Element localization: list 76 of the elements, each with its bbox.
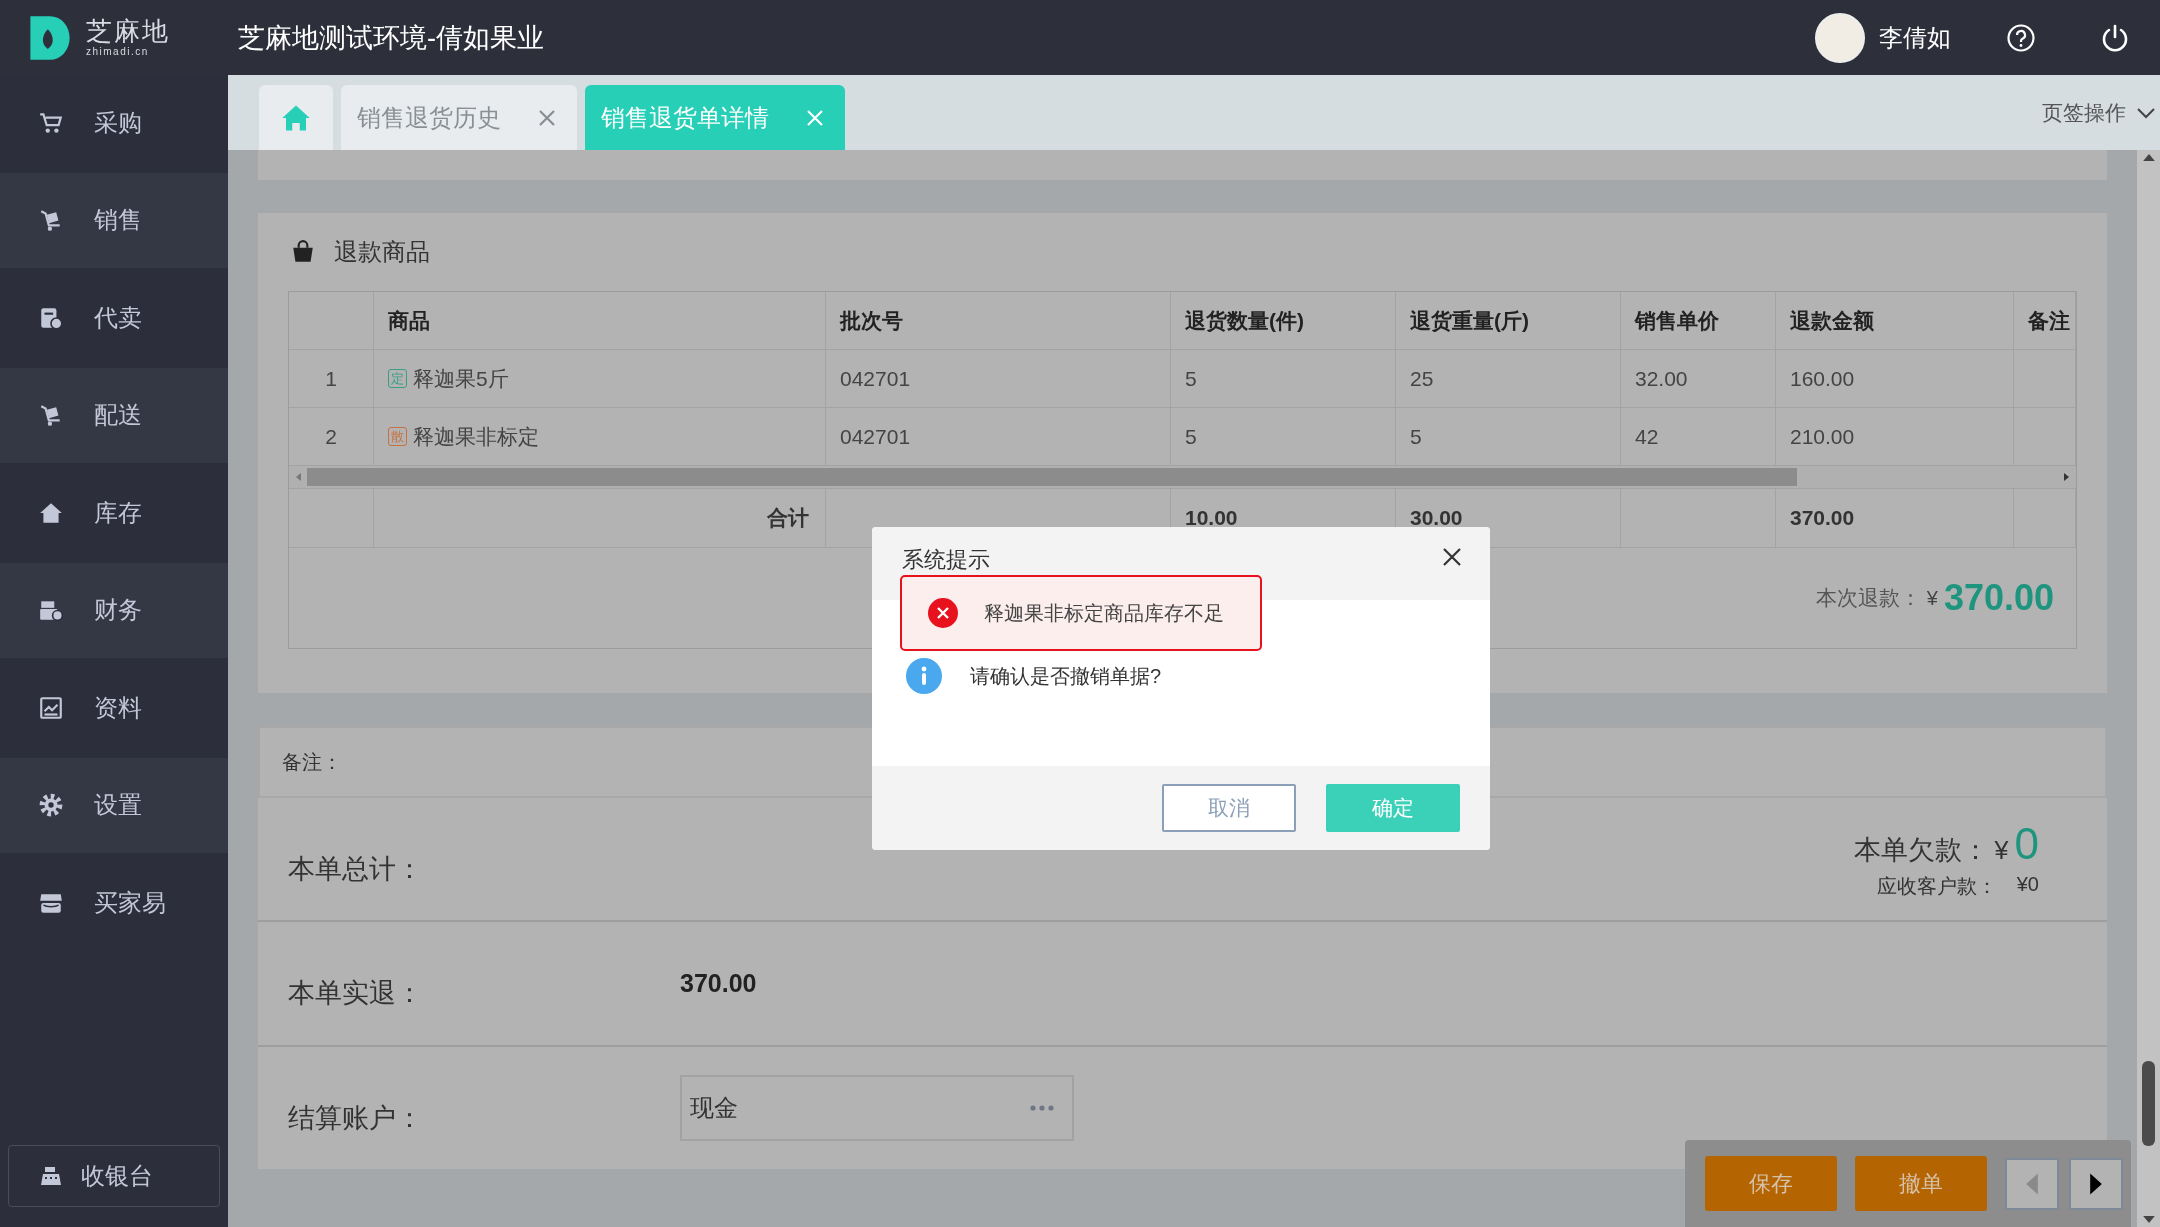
debt-label: 本单欠款： (1853, 833, 1989, 867)
gear-icon (38, 792, 64, 818)
total-label: 合计 (767, 505, 809, 531)
help-icon[interactable] (2006, 22, 2036, 53)
table-cell: 042701 (840, 366, 911, 391)
table-cell: 25 (1410, 366, 1434, 391)
table-cell: 210.00 (1790, 424, 1855, 449)
total-label: 本单总计： (288, 853, 424, 887)
product-tag: 定 (388, 369, 407, 388)
scroll-up-icon[interactable] (2142, 154, 2155, 161)
currency-symbol: ¥ (1926, 586, 1938, 610)
board-icon (38, 694, 64, 721)
total-cell: 10.00 (1185, 506, 1238, 530)
logo-text: 芝麻地 (86, 18, 170, 44)
total-cell: 370.00 (1790, 506, 1855, 530)
row-number: 2 (325, 424, 337, 449)
product-tag: 散 (388, 427, 407, 446)
table-cell-text: 释迦果非标定 (413, 423, 539, 450)
refund-label: 本次退款： (1815, 585, 1921, 611)
error-alert: 释迦果非标定商品库存不足 (900, 575, 1262, 651)
app-title: 芝麻地测试环境-倩如果业 (238, 21, 544, 55)
table-cell: 32.00 (1635, 366, 1688, 391)
table-cell: 5 (1185, 366, 1197, 391)
receivable-label: 应收客户款： (1876, 873, 1997, 899)
power-icon[interactable] (2100, 22, 2130, 53)
column-header: 退款金额 (1790, 307, 1874, 334)
refund-amount: 370.00 (1943, 577, 2054, 619)
scroll-down-icon[interactable] (2142, 1216, 2155, 1223)
receivable-amount: ¥0 (2016, 872, 2039, 897)
account-label: 结算账户： (288, 1101, 424, 1135)
scroll-right-icon[interactable] (2062, 473, 2070, 481)
next-button[interactable] (2069, 1157, 2123, 1210)
chevron-down-icon (2136, 106, 2156, 119)
column-header: 销售单价 (1635, 307, 1719, 334)
scrollbar-thumb[interactable] (2142, 1061, 2155, 1146)
table-cell: 42 (1635, 424, 1659, 449)
tab-actions-menu[interactable]: 页签操作 (2042, 98, 2160, 127)
actual-refund-label: 本单实退： (288, 977, 424, 1011)
total-cell: 30.00 (1410, 506, 1463, 530)
left-triangle-icon (2025, 1171, 2039, 1196)
logo-subtext: zhimadi.cn (86, 47, 150, 57)
dialog-message: 请确认是否撤销单据? (970, 663, 1162, 689)
cash-register-icon (39, 1164, 63, 1188)
table-cell: 160.00 (1790, 366, 1855, 391)
table-cell-text: 释迦果5斤 (413, 365, 509, 392)
remark-label: 备注： (282, 749, 342, 775)
sidebar-item[interactable]: 设置 (0, 757, 228, 853)
close-icon[interactable] (1442, 547, 1462, 567)
debt-amount: 0 (2014, 818, 2039, 869)
section-title: 退款商品 (334, 237, 430, 267)
account-field[interactable]: 现金 (680, 1074, 1074, 1141)
avatar[interactable] (1815, 12, 1865, 63)
logo-icon (28, 13, 72, 62)
sidebar-item[interactable]: 配送 (0, 367, 228, 463)
right-triangle-icon (2089, 1171, 2103, 1196)
vertical-scrollbar[interactable] (2137, 150, 2160, 1227)
actual-refund-amount: 370.00 (680, 969, 757, 998)
column-header: 备注 (2028, 307, 2070, 334)
table-cell: 5 (1410, 424, 1422, 449)
table-cell: 5 (1185, 424, 1197, 449)
column-header: 退货数量(件) (1185, 307, 1304, 334)
scrollbar-thumb[interactable] (307, 468, 1797, 486)
column-header: 商品 (388, 307, 430, 334)
column-header: 退货重量(斤) (1410, 307, 1529, 334)
row-number: 1 (325, 366, 337, 391)
error-icon (928, 598, 958, 628)
user-name[interactable]: 李倩如 (1879, 21, 1951, 54)
sidebar-item[interactable]: 财务 (0, 562, 228, 658)
currency-symbol: ¥ (1994, 835, 2009, 865)
cashier-button[interactable]: 收银台 (8, 1145, 220, 1207)
dialog-title: 系统提示 (902, 547, 990, 573)
column-header: 批次号 (840, 307, 903, 334)
info-icon (906, 658, 942, 694)
sidebar-item[interactable]: 销售 (0, 172, 228, 268)
shopping-bag-icon (290, 239, 316, 265)
table-cell: 042701 (840, 424, 911, 449)
